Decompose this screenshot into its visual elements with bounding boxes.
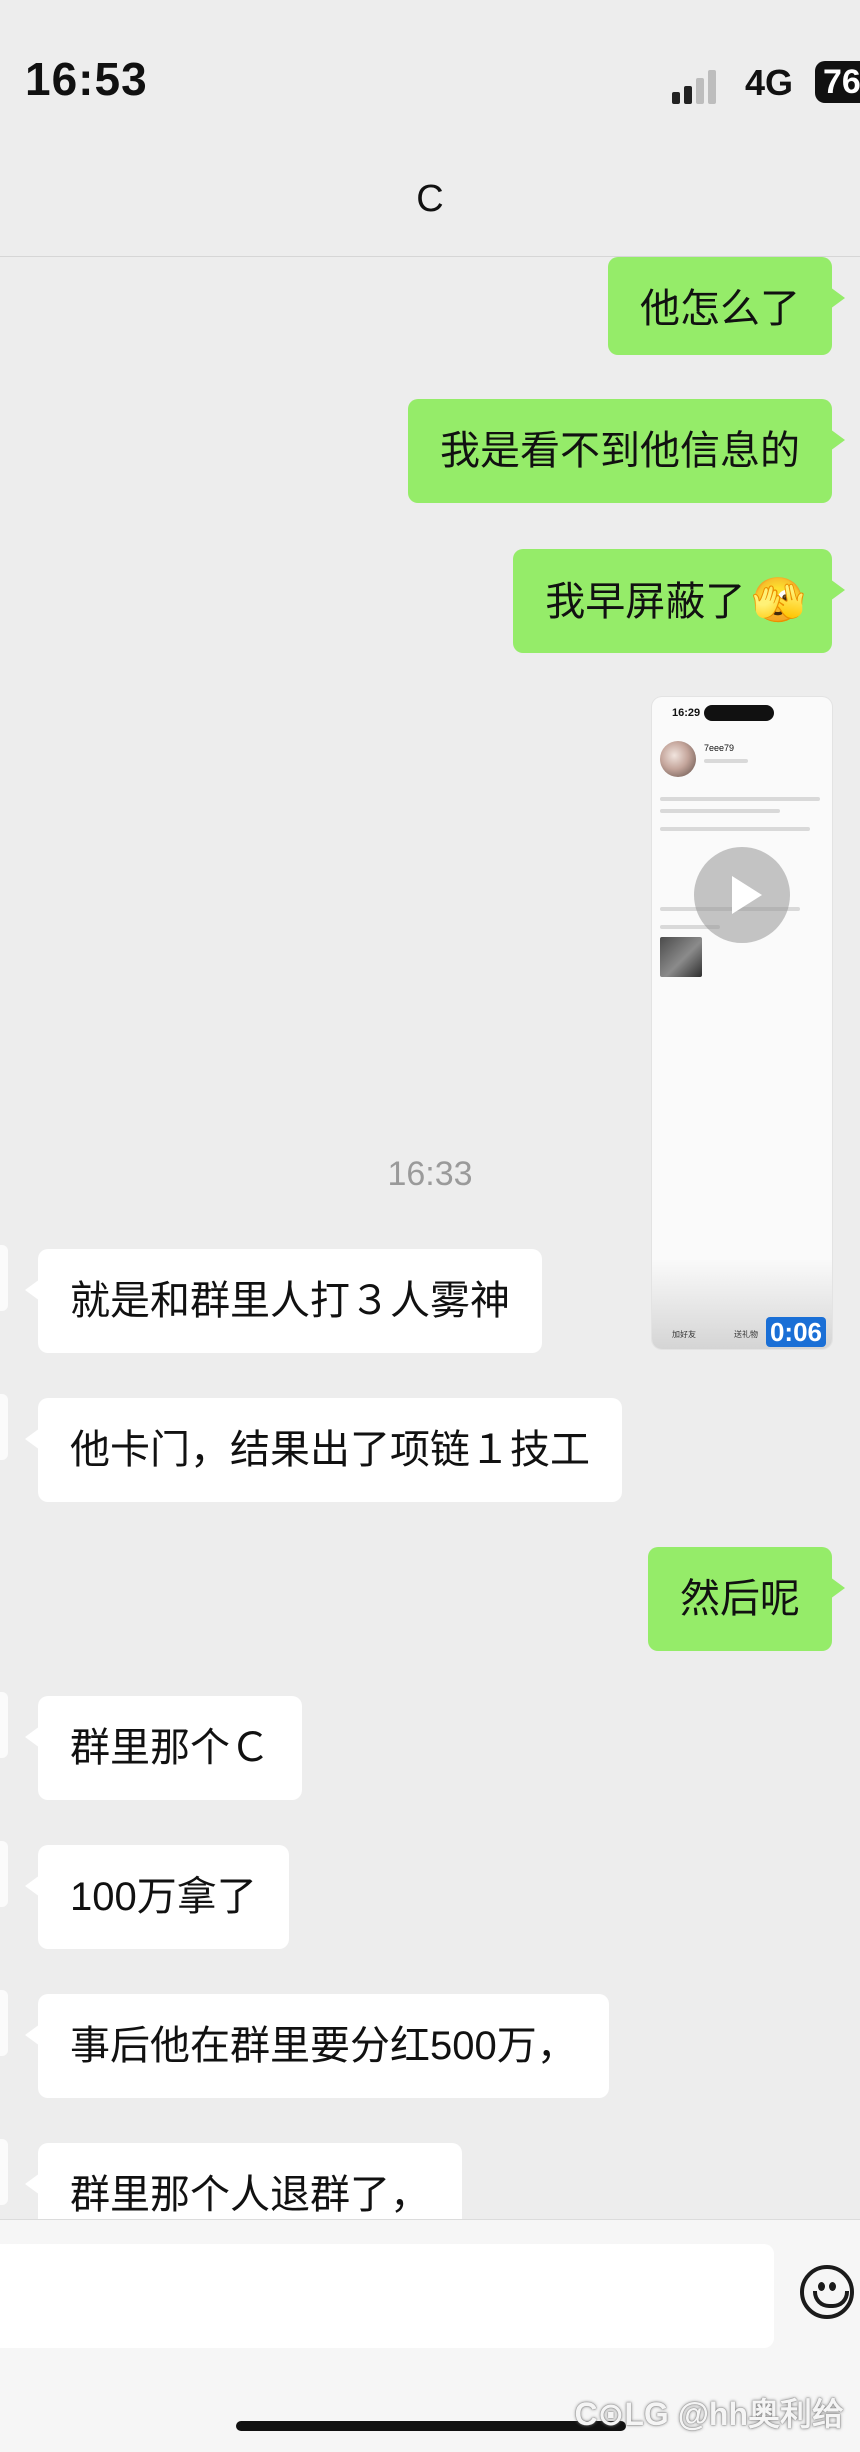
play-icon[interactable]: [694, 847, 790, 943]
preview-name: 7eee79: [704, 743, 735, 753]
preview-line: [704, 759, 748, 763]
preview-line: [660, 809, 780, 813]
message-input[interactable]: [0, 2244, 774, 2348]
preview-gift-label: 送礼物: [734, 1330, 758, 1339]
home-indicator[interactable]: [236, 2421, 626, 2431]
preview-line: [660, 797, 820, 801]
message-text: 100万拿了: [70, 1875, 257, 1919]
preview-time: 16:29: [672, 707, 701, 719]
status-time: 16:53: [25, 53, 148, 105]
watermark: C⊙LG @hh奥利给: [574, 2396, 844, 2432]
signal-strength-icon: [672, 70, 718, 104]
message-text: 我早屏蔽了: [545, 580, 746, 624]
message-bubble[interactable]: 我早屏蔽了 🫣: [513, 549, 845, 653]
video-duration: 0:06: [765, 1317, 826, 1347]
message-list[interactable]: 他怎么了 我是看不到他信息的 我早屏蔽了 🫣 16:29 7eee79 加好友 送…: [0, 257, 860, 2219]
message-text: 群里那个Ｃ: [70, 1726, 270, 1770]
chat-header: C: [0, 140, 860, 257]
message-bubble[interactable]: 就是和群里人打３人雾神: [25, 1249, 542, 1353]
message-text: 事后他在群里要分红500万，: [70, 2024, 577, 2068]
message-text: 他卡门，结果出了项链１技工: [70, 1428, 590, 1472]
sender-avatar[interactable]: [0, 1692, 8, 1758]
status-bar: 16:53 4G 76: [0, 0, 860, 140]
smiley-face-icon[interactable]: [800, 2265, 854, 2319]
emoji-mouth: [813, 2291, 849, 2308]
preview-photo: [660, 937, 702, 977]
peeking-face-emoji-icon: 🫣: [751, 576, 806, 625]
message-text: 就是和群里人打３人雾神: [70, 1279, 510, 1323]
battery-indicator: 76: [815, 61, 860, 103]
message-bubble[interactable]: 他怎么了: [608, 257, 845, 355]
message-text: 群里那个人退群了，: [70, 2173, 430, 2217]
network-type: 4G: [745, 62, 794, 103]
message-bubble[interactable]: 100万拿了: [25, 1845, 289, 1949]
message-bubble[interactable]: 我是看不到他信息的: [408, 399, 845, 503]
emoji-eye: [818, 2282, 825, 2291]
message-bubble[interactable]: 他卡门，结果出了项链１技工: [25, 1398, 622, 1502]
message-text: 他怎么了: [640, 287, 800, 331]
preview-add-friend-label: 加好友: [672, 1330, 696, 1339]
preview-avatar: [660, 741, 696, 777]
message-bubble[interactable]: 群里那个人退群了，: [25, 2143, 462, 2219]
message-bubble[interactable]: 群里那个Ｃ: [25, 1696, 302, 1800]
message-timestamp: 16:33: [387, 1155, 473, 1193]
message-text: 我是看不到他信息的: [440, 429, 800, 473]
sender-avatar[interactable]: [0, 1245, 8, 1311]
sender-avatar[interactable]: [0, 2139, 8, 2205]
video-message[interactable]: 16:29 7eee79 加好友 送礼物 0:06: [652, 697, 832, 1349]
preview-line: [660, 827, 810, 831]
message-bubble[interactable]: 事后他在群里要分红500万，: [25, 1994, 609, 2098]
dynamic-island: [704, 705, 774, 721]
emoji-eye: [829, 2282, 836, 2291]
sender-avatar[interactable]: [0, 1394, 8, 1460]
message-bubble[interactable]: 然后呢: [648, 1547, 845, 1651]
chat-title[interactable]: C: [0, 178, 860, 221]
sender-avatar[interactable]: [0, 1841, 8, 1907]
sender-avatar[interactable]: [0, 1990, 8, 2056]
message-text: 然后呢: [680, 1577, 800, 1621]
